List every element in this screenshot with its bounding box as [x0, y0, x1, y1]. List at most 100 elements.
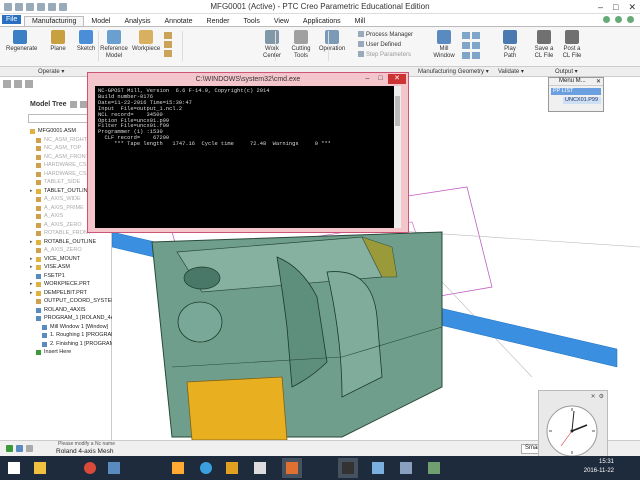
inkscape-taskbar-button[interactable] — [250, 458, 270, 478]
misc-app-taskbar-button[interactable] — [424, 458, 444, 478]
browser-icon[interactable] — [26, 445, 33, 452]
work-center-button[interactable]: Work Center — [258, 30, 286, 60]
sketch-button[interactable]: Sketch — [72, 30, 100, 53]
expand-icon[interactable]: ▸ — [30, 263, 33, 272]
mill-tools-group[interactable] — [462, 32, 482, 60]
navigator-icon[interactable] — [16, 445, 23, 452]
mill-window-button[interactable]: Mill Window — [430, 30, 458, 60]
tab-tools[interactable]: Tools — [237, 17, 267, 26]
clock-gadget[interactable]: ✕ ⚙ — [538, 390, 608, 460]
taskbar-date[interactable]: 2016-11-22 — [580, 468, 614, 474]
cmd-window[interactable]: C:\WINDOWS\system32\cmd.exe – □ ✕ NC-GPO… — [87, 72, 409, 233]
tab-mill[interactable]: Mill — [348, 17, 373, 26]
paint-app-taskbar-button[interactable] — [222, 458, 242, 478]
status-icons[interactable] — [6, 445, 33, 452]
tab-applications[interactable]: Applications — [296, 17, 348, 26]
tab-analysis[interactable]: Analysis — [117, 17, 157, 26]
tree-item[interactable]: Mill Window 1 [Window] — [0, 323, 112, 332]
plane-button[interactable]: Plane — [44, 30, 72, 53]
calculator-app-taskbar-button[interactable] — [396, 458, 416, 478]
expand-icon[interactable]: ▸ — [30, 255, 33, 264]
expand-icon[interactable]: ▸ — [30, 280, 33, 289]
expand-icon[interactable]: ▸ — [30, 187, 33, 196]
group-validate[interactable]: Validate ▾ — [498, 68, 524, 75]
tree-item[interactable]: ▸ ROTABLE_OUTLINE — [0, 238, 112, 247]
cmd-console[interactable]: NC-GPOST Mill, Version 6.6 F-14.0, Copyr… — [95, 86, 401, 228]
feature-tool-icon[interactable] — [164, 41, 172, 48]
cmd-window-controls[interactable]: – □ ✕ — [362, 74, 406, 84]
tab-annotate[interactable]: Annotate — [158, 17, 200, 26]
tree-item[interactable]: PROGRAM_1 [ROLAND_4AXIS] — [0, 314, 112, 323]
workpiece-button[interactable]: Workpiece — [132, 30, 160, 53]
help-icons[interactable] — [603, 16, 634, 23]
status-ok-icon[interactable] — [6, 445, 13, 452]
search-icon[interactable] — [615, 16, 622, 23]
regenerate-button[interactable]: Regenerate — [6, 30, 37, 53]
mill-tool-icon[interactable] — [472, 42, 480, 49]
group-output[interactable]: Output ▾ — [555, 68, 578, 75]
feature-tool-icon[interactable] — [164, 50, 172, 57]
mill-tool-icon[interactable] — [462, 52, 470, 59]
reference-model-button[interactable]: Reference Model — [100, 30, 128, 60]
mill-tool-icon[interactable] — [472, 52, 480, 59]
cutting-tools-button[interactable]: Cutting Tools — [287, 30, 315, 60]
operation-button[interactable]: Operation — [318, 30, 346, 53]
chrome-taskbar-button[interactable] — [80, 458, 100, 478]
cmd-scrollbar-thumb[interactable] — [395, 96, 400, 126]
post-a-cl-file-button[interactable]: Post a CL File — [558, 30, 586, 60]
menu-item-pp-list[interactable]: PP LIST — [551, 88, 601, 95]
feature-tool-icon[interactable] — [164, 32, 172, 39]
tree-item[interactable]: A_AXIS_ZERO — [0, 246, 112, 255]
user-defined-button[interactable]: User Defined — [358, 41, 401, 48]
tab-render[interactable]: Render — [200, 17, 237, 26]
menu-manager-close-icon[interactable]: ✕ — [596, 78, 601, 85]
tab-model[interactable]: Model — [84, 17, 117, 26]
tree-item[interactable]: FSETP1 — [0, 272, 112, 281]
play-path-button[interactable]: Play Path — [496, 30, 524, 60]
tab-view[interactable]: View — [267, 17, 296, 26]
mill-tool-icon[interactable] — [462, 32, 470, 39]
windows-start-taskbar-button[interactable] — [4, 458, 24, 478]
tree-item[interactable]: ▸ VICE_MOUNT — [0, 255, 112, 264]
tree-item[interactable]: 1. Roughing 1 [PROGRAM_1] — [0, 331, 112, 340]
expand-icon[interactable]: ▸ — [30, 289, 33, 298]
tree-item[interactable]: OUTPUT_COORD_SYSTEM — [0, 297, 112, 306]
tab-file[interactable]: File — [2, 15, 22, 24]
step-parameters-button[interactable]: Step Parameters — [358, 51, 411, 58]
cmd-close-button[interactable]: ✕ — [388, 74, 406, 84]
menu-item-uncx01[interactable]: UNCX01.P99 — [563, 97, 601, 104]
info-icon[interactable] — [627, 16, 634, 23]
mill-tool-icon[interactable] — [472, 32, 480, 39]
cmd-maximize-button[interactable]: □ — [375, 74, 386, 84]
cmd-title-bar[interactable]: C:\WINDOWS\system32\cmd.exe – □ ✕ — [88, 74, 408, 86]
show-icon[interactable] — [80, 101, 87, 108]
expand-icon[interactable]: ▸ — [30, 238, 33, 247]
teamviewer-taskbar-button[interactable] — [196, 458, 216, 478]
help-icon[interactable] — [603, 16, 610, 23]
cmd-app-taskbar-button[interactable] — [338, 458, 358, 478]
cmd-minimize-button[interactable]: – — [362, 74, 373, 84]
tree-item[interactable]: 2. Finishing 1 [PROGRAM_1] — [0, 340, 112, 349]
cmd-scrollbar[interactable] — [394, 86, 401, 228]
taskbar-time[interactable]: 15:31 — [580, 459, 614, 465]
group-manufacturing-geometry[interactable]: Manufacturing Geometry ▾ — [418, 68, 489, 75]
minimize-button[interactable]: – — [598, 2, 603, 13]
tree-item[interactable]: Insert Here — [0, 348, 112, 357]
tree-item[interactable]: ROLAND_4AXIS — [0, 306, 112, 315]
vlc-app-taskbar-button[interactable] — [104, 458, 124, 478]
model-tree-tab-icon[interactable] — [3, 80, 11, 88]
settings-icon[interactable] — [70, 101, 77, 108]
save-a-cl-file-button[interactable]: Save a CL File — [530, 30, 558, 60]
notepad-app-taskbar-button[interactable] — [368, 458, 388, 478]
system-tray[interactable]: 15:31 2016-11-22 — [580, 456, 640, 480]
tab-manufacturing[interactable]: Manufacturing — [24, 16, 85, 26]
tree-item[interactable]: ▸ DEMPELBIT.PRT — [0, 289, 112, 298]
tree-item[interactable]: ▸ VISE.ASM — [0, 263, 112, 272]
file-explorer-taskbar-button[interactable] — [30, 458, 50, 478]
folder-browser-tab-icon[interactable] — [14, 80, 22, 88]
mill-tool-icon[interactable] — [462, 42, 470, 49]
feature-tools-group[interactable] — [164, 32, 176, 60]
maximize-button[interactable]: □ — [613, 2, 618, 13]
favorites-tab-icon[interactable] — [25, 80, 33, 88]
close-button[interactable]: ✕ — [628, 2, 636, 13]
